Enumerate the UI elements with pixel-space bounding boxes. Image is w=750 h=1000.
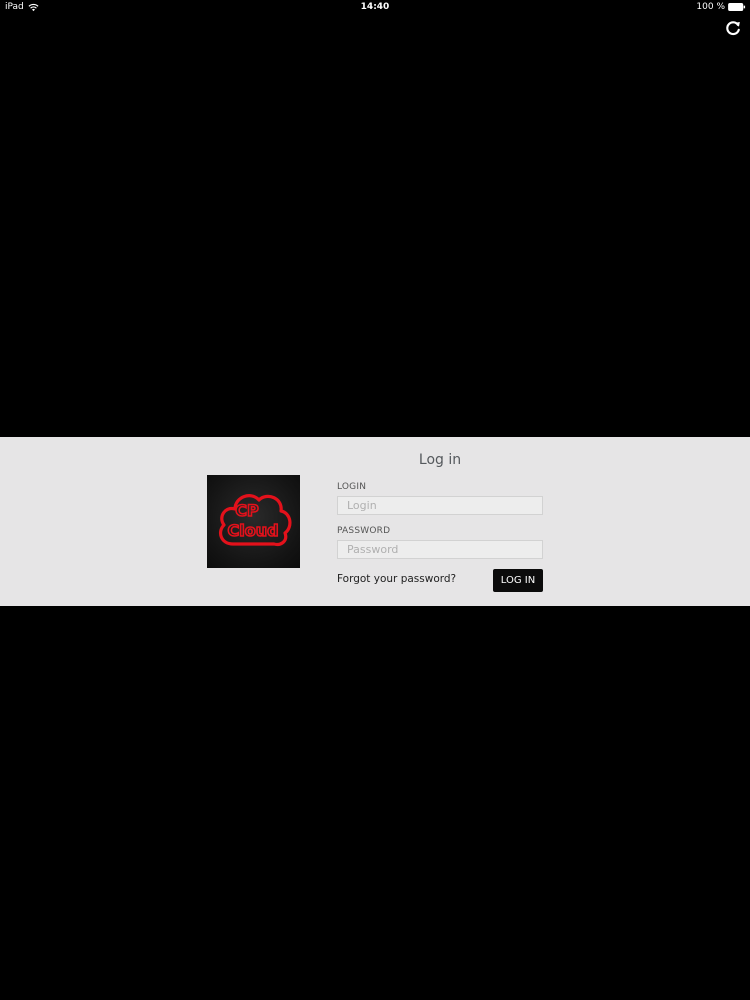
form-title: Log in (418, 452, 462, 468)
login-input[interactable] (337, 496, 543, 515)
battery-percent: 100 % (696, 2, 725, 12)
forgot-password-link[interactable]: Forgot your password? (337, 573, 456, 585)
password-input[interactable] (337, 540, 543, 559)
log-in-button[interactable]: LOG IN (493, 569, 543, 592)
cp-cloud-logo: CP Cloud (207, 475, 300, 568)
logo-text-cp: CP (235, 501, 259, 520)
login-panel: CP Cloud Log in LOGIN PASSWORD Forgot yo… (0, 437, 750, 606)
password-label: PASSWORD (337, 526, 391, 536)
reload-icon[interactable] (724, 19, 742, 37)
status-time: 14:40 (360, 2, 390, 12)
status-bar: iPad 14:40 100 % (0, 0, 750, 16)
app-screen: iPad 14:40 100 % CP Cloud Log in LOGIN L… (0, 0, 750, 1000)
logo-text-cloud: Cloud (227, 521, 278, 540)
battery-icon (728, 3, 746, 11)
status-right: 100 % (696, 2, 746, 12)
login-label: LOGIN (337, 482, 367, 492)
